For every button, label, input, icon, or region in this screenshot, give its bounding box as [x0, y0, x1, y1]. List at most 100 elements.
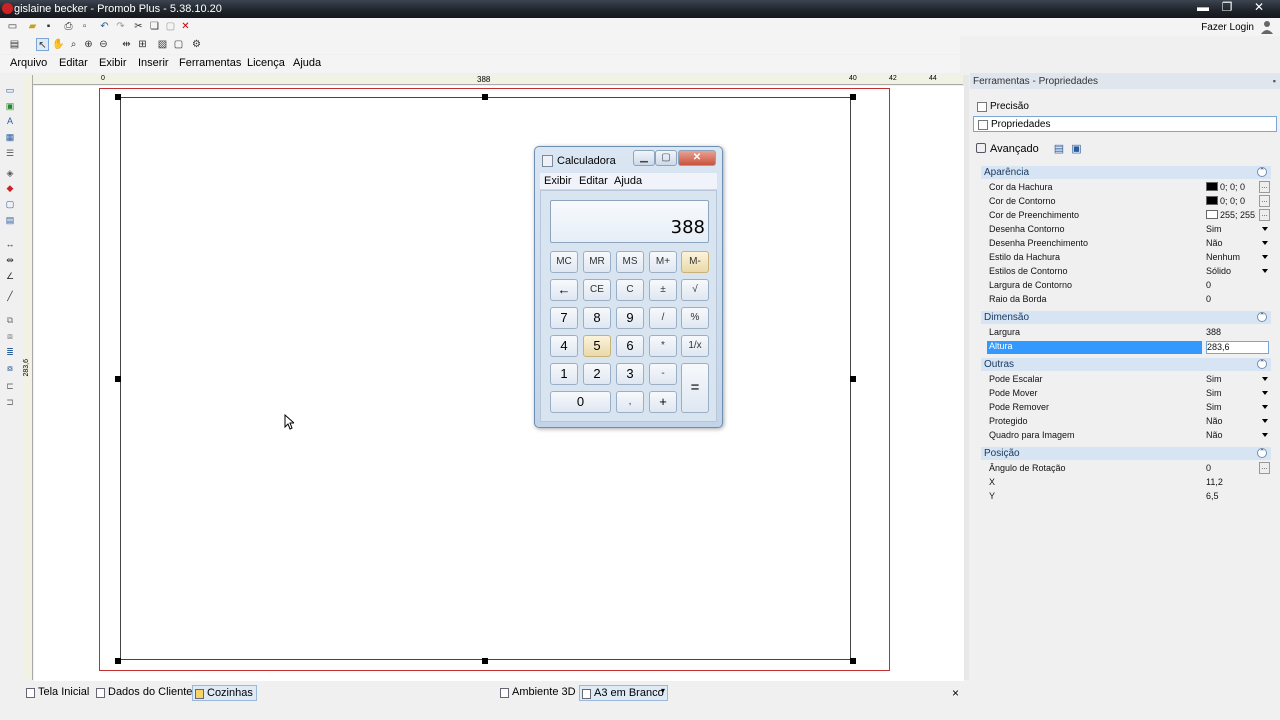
ungroup-tool-icon[interactable]: ⧈	[4, 331, 16, 341]
dropdown-arrow-icon[interactable]	[1262, 377, 1268, 381]
tab-cozinhas[interactable]: Cozinhas	[192, 685, 257, 701]
key-sqrt[interactable]: √	[681, 279, 709, 301]
key-percent[interactable]: %	[681, 307, 709, 329]
print-icon[interactable]: ⎙	[62, 20, 75, 33]
resize-handle[interactable]	[482, 94, 488, 100]
key-divide[interactable]: /	[649, 307, 677, 329]
print-preview-icon[interactable]: ▫	[78, 20, 91, 33]
close-tab-button[interactable]: ×	[952, 686, 959, 700]
key-9[interactable]: 9	[616, 307, 644, 329]
key-multiply[interactable]: *	[649, 335, 677, 357]
key-3[interactable]: 3	[616, 363, 644, 385]
maximize-button[interactable]: ❐	[1214, 0, 1240, 16]
align-tool-icon[interactable]: ⊏	[4, 381, 16, 391]
key-1[interactable]: 1	[550, 363, 578, 385]
categorized-view-icon[interactable]: ▤	[1054, 143, 1064, 155]
login-link[interactable]: Fazer Login	[1201, 22, 1254, 33]
dropdown-arrow-icon[interactable]	[1262, 405, 1268, 409]
calc-close-button[interactable]: ✕	[678, 150, 716, 166]
key-plusminus[interactable]: ±	[649, 279, 677, 301]
distribute-tool-icon[interactable]: ⊐	[4, 397, 16, 407]
prop-row[interactable]: Ângulo de Rotação 0…	[987, 462, 1271, 476]
menu-inserir[interactable]: Inserir	[138, 57, 169, 69]
section-aparencia[interactable]: Aparência ⌃	[981, 166, 1271, 179]
prop-row[interactable]: Pode Mover Sim	[987, 387, 1271, 401]
menu-exibir[interactable]: Exibir	[99, 57, 127, 69]
collapse-icon[interactable]: ⌃	[1257, 359, 1267, 369]
user-icon[interactable]	[1260, 20, 1274, 34]
prop-row[interactable]: Pode Escalar Sim	[987, 373, 1271, 387]
resize-handle[interactable]	[850, 658, 856, 664]
prop-row-selected[interactable]: Altura 283,6	[987, 340, 1271, 354]
section-dimensao[interactable]: Dimensão ⌃	[981, 311, 1271, 324]
prop-row[interactable]: Cor de Contorno 0; 0; 0…	[987, 195, 1271, 209]
key-mminus[interactable]: M-	[681, 251, 709, 273]
page-icon[interactable]: ▢	[172, 38, 185, 51]
prop-row[interactable]: Desenha Preenchimento Não	[987, 237, 1271, 251]
calc-maximize-button[interactable]: ▢	[655, 150, 677, 166]
ellipsis-button[interactable]: …	[1259, 209, 1270, 221]
frame-tool-icon[interactable]: ▢	[4, 199, 16, 209]
prop-value-input[interactable]: 283,6	[1206, 341, 1269, 354]
zoom-icon[interactable]: ⌕	[67, 38, 80, 51]
copy-icon[interactable]: ❏	[148, 20, 161, 33]
calc-menu-ajuda[interactable]: Ajuda	[614, 175, 642, 187]
key-5[interactable]: 5	[583, 335, 611, 357]
tab-precisao[interactable]: Precisão	[973, 99, 1277, 115]
picture-tool-icon[interactable]: ▦	[4, 132, 16, 142]
page-setup-icon[interactable]: ▧	[156, 38, 169, 51]
text-tool-icon[interactable]: A	[4, 116, 16, 126]
angle-tool-icon[interactable]: ∠	[4, 271, 16, 281]
key-minus[interactable]: -	[649, 363, 677, 385]
advanced-mode[interactable]: Avançado ▤ ▣	[976, 142, 1082, 155]
tab-dados-cliente[interactable]: Dados do Cliente	[94, 685, 195, 701]
dimension-tool-icon[interactable]: ↔	[4, 239, 16, 249]
tab-dropdown-icon[interactable]: ▾	[661, 686, 665, 695]
open-folder-icon[interactable]: ▰	[26, 20, 39, 33]
key-plus[interactable]: +	[649, 391, 677, 413]
prop-row[interactable]: Desenha Contorno Sim	[987, 223, 1271, 237]
menu-licenca[interactable]: Licença	[247, 57, 285, 69]
menu-ferramentas[interactable]: Ferramentas	[179, 57, 241, 69]
key-0[interactable]: 0	[550, 391, 611, 413]
collapse-icon[interactable]: ⌃	[1257, 167, 1267, 177]
tab-a3-em-branco[interactable]: A3 em Branco	[579, 685, 668, 701]
key-7[interactable]: 7	[550, 307, 578, 329]
prop-row[interactable]: Largura 388	[987, 326, 1271, 340]
key-4[interactable]: 4	[550, 335, 578, 357]
key-decimal[interactable]: ,	[616, 391, 644, 413]
fit-width-icon[interactable]: ⇹	[120, 38, 133, 51]
rectangle-tool-icon[interactable]: ▭	[4, 85, 16, 95]
undo-icon[interactable]: ↶	[98, 20, 111, 33]
line-tool-icon[interactable]: ╱	[4, 291, 16, 301]
ellipsis-button[interactable]: …	[1259, 195, 1270, 207]
tab-propriedades[interactable]: Propriedades	[973, 116, 1277, 132]
view-mode-icon[interactable]: ▤	[8, 38, 21, 51]
key-8[interactable]: 8	[583, 307, 611, 329]
key-equals[interactable]: =	[681, 363, 709, 413]
prop-row[interactable]: Estilo da Hachura Nenhum	[987, 251, 1271, 265]
chain-dimension-icon[interactable]: ⇹	[4, 255, 16, 265]
section-posicao[interactable]: Posição ⌃	[981, 447, 1271, 460]
alphabetical-view-icon[interactable]: ▣	[1071, 143, 1081, 155]
layers-tool-icon[interactable]: ⧇	[4, 363, 16, 373]
prop-row[interactable]: Quadro para Imagem Não	[987, 429, 1271, 443]
prop-row[interactable]: Pode Remover Sim	[987, 401, 1271, 415]
calc-menu-editar[interactable]: Editar	[579, 175, 608, 187]
key-2[interactable]: 2	[583, 363, 611, 385]
shape-tool-icon[interactable]: ◈	[4, 168, 16, 178]
select-pointer-icon[interactable]: ↖	[36, 38, 49, 51]
calc-menu-exibir[interactable]: Exibir	[544, 175, 572, 187]
prop-row[interactable]: Cor de Preenchimento 255; 255; 255…	[987, 209, 1271, 223]
dropdown-arrow-icon[interactable]	[1262, 269, 1268, 273]
render-tool-icon[interactable]: ◆	[4, 183, 16, 193]
key-mr[interactable]: MR	[583, 251, 611, 273]
selected-rectangle[interactable]	[120, 97, 851, 660]
cut-icon[interactable]: ✂	[132, 20, 145, 33]
save-icon[interactable]: ▪	[42, 20, 55, 33]
image-tool-icon[interactable]: ▣	[4, 101, 16, 111]
calc-minimize-button[interactable]: ▁	[633, 150, 655, 166]
prop-row[interactable]: Estilos de Contorno Sólido	[987, 265, 1271, 279]
ellipsis-button[interactable]: …	[1259, 181, 1270, 193]
tab-tela-inicial[interactable]: Tela Inicial	[24, 685, 92, 701]
